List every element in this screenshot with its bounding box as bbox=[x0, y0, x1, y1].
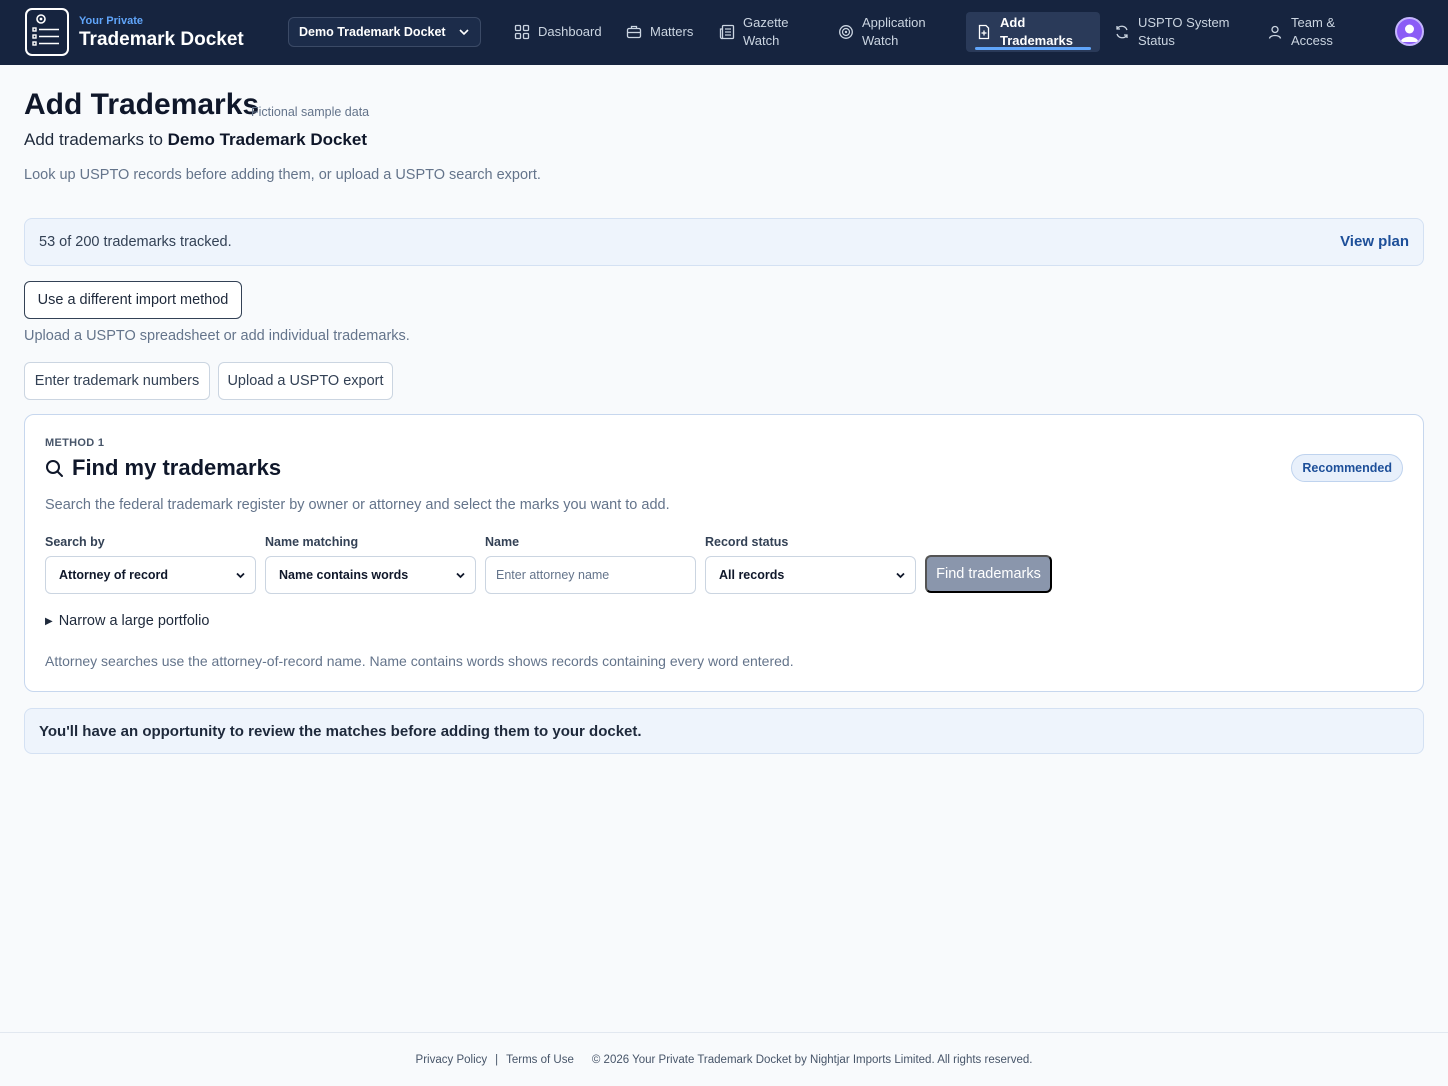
chevron-down-icon bbox=[896, 572, 905, 579]
nav-add-label: Add Trademarks bbox=[1000, 14, 1073, 50]
usage-banner: 53 of 200 trademarks tracked. View plan bbox=[24, 218, 1424, 266]
search-icon bbox=[46, 459, 63, 477]
name-input-placeholder: Enter attorney name bbox=[496, 568, 610, 582]
card-title-row: Find my trademarks bbox=[45, 455, 281, 481]
nav-dashboard-label: Dashboard bbox=[538, 24, 602, 39]
usage-text: 53 of 200 trademarks tracked. bbox=[39, 234, 232, 250]
chevron-down-icon bbox=[236, 572, 245, 579]
name-matching-select[interactable]: Name contains words bbox=[265, 556, 476, 594]
top-navigation-bar: Your Private Trademark Docket Demo Trade… bbox=[0, 0, 1448, 65]
enter-trademark-numbers-button[interactable]: Enter trademark numbers bbox=[24, 362, 210, 400]
nav-add-label-line2: Trademarks bbox=[1000, 33, 1073, 48]
nav-uspto-label-line2: Status bbox=[1138, 33, 1175, 48]
recommended-badge: Recommended bbox=[1291, 454, 1403, 482]
docket-selector-value: Demo Trademark Docket bbox=[299, 25, 446, 39]
docket-list-icon bbox=[25, 8, 69, 56]
nav-gazette-label: Gazette Watch bbox=[743, 14, 789, 50]
refresh-icon bbox=[1116, 25, 1128, 39]
nav-gazette-watch[interactable]: Gazette Watch bbox=[719, 12, 789, 52]
nav-application-label-line1: Application bbox=[862, 15, 926, 30]
nav-team-label: Team & Access bbox=[1291, 14, 1335, 50]
chevron-down-icon bbox=[456, 572, 465, 579]
nav-gazette-label-line2: Watch bbox=[743, 33, 780, 48]
radar-icon bbox=[839, 25, 853, 39]
record-status-value: All records bbox=[719, 568, 785, 582]
page-intro: Look up USPTO records before adding them… bbox=[24, 167, 541, 183]
footer-separator: | bbox=[495, 1053, 499, 1066]
narrow-portfolio-label: Narrow a large portfolio bbox=[58, 613, 210, 629]
briefcase-icon bbox=[626, 25, 642, 39]
name-input[interactable]: Enter attorney name bbox=[485, 556, 696, 594]
nav-uspto-system-status[interactable]: USPTO System Status bbox=[1114, 12, 1230, 52]
sample-data-tag: Fictional sample data bbox=[251, 105, 370, 119]
record-status-label: Record status bbox=[705, 535, 789, 549]
docket-selector[interactable]: Demo Trademark Docket bbox=[288, 17, 481, 47]
brand[interactable]: Your Private Trademark Docket bbox=[25, 8, 244, 56]
caret-right-icon: ▶ bbox=[45, 615, 53, 627]
nav-add-label-line1: Add bbox=[1000, 15, 1026, 30]
name-matching-value: Name contains words bbox=[279, 568, 409, 582]
nav-add-trademarks[interactable]: Add Trademarks bbox=[966, 12, 1100, 52]
nav-matters[interactable]: Matters bbox=[626, 12, 693, 52]
search-help-text: Attorney searches use the attorney-of-re… bbox=[45, 653, 794, 669]
footer: Privacy Policy | Terms of Use © 2026 You… bbox=[0, 1032, 1448, 1086]
review-notice-text: You'll have an opportunity to review the… bbox=[39, 723, 642, 740]
import-hint: Upload a USPTO spreadsheet or add indivi… bbox=[24, 328, 410, 344]
search-by-select[interactable]: Attorney of record bbox=[45, 556, 256, 594]
method-tag: METHOD 1 bbox=[45, 437, 105, 449]
subtitle-prefix: Add trademarks to bbox=[24, 130, 163, 149]
nav-matters-label: Matters bbox=[650, 24, 694, 39]
search-by-value: Attorney of record bbox=[59, 568, 169, 582]
brand-name: Trademark Docket bbox=[79, 29, 244, 50]
card-title: Find my trademarks bbox=[72, 455, 282, 480]
nav-application-label: Application Watch bbox=[862, 14, 926, 50]
brand-tagline: Your Private bbox=[79, 15, 143, 27]
nav-team-label-line2: Access bbox=[1291, 33, 1333, 48]
grid-icon bbox=[514, 24, 530, 40]
find-trademarks-button[interactable]: Find trademarks bbox=[925, 555, 1052, 593]
nav-uspto-label: USPTO System Status bbox=[1138, 14, 1230, 50]
document-plus-icon bbox=[978, 24, 990, 40]
nav-gazette-label-line1: Gazette bbox=[743, 15, 789, 30]
different-import-method-button[interactable]: Use a different import method bbox=[24, 281, 242, 319]
terms-of-use-link[interactable]: Terms of Use bbox=[506, 1054, 574, 1066]
brand-text: Your Private Trademark Docket bbox=[79, 13, 244, 51]
avatar[interactable] bbox=[1395, 17, 1424, 46]
narrow-portfolio-toggle[interactable]: ▶ Narrow a large portfolio bbox=[45, 613, 209, 629]
nav-application-watch[interactable]: Application Watch bbox=[838, 12, 926, 52]
copyright-text: © 2026 Your Private Trademark Docket by … bbox=[591, 1053, 1033, 1066]
name-label: Name bbox=[485, 535, 520, 549]
newspaper-icon bbox=[719, 24, 735, 40]
user-icon bbox=[1268, 25, 1282, 39]
avatar-user-icon bbox=[1400, 24, 1419, 42]
record-status-select[interactable]: All records bbox=[705, 556, 916, 594]
active-tab-indicator bbox=[975, 47, 1091, 50]
chevron-down-icon bbox=[459, 29, 469, 36]
search-by-label: Search by bbox=[45, 535, 105, 549]
nav-team-access[interactable]: Team & Access bbox=[1267, 12, 1335, 52]
review-notice: You'll have an opportunity to review the… bbox=[24, 708, 1424, 754]
nav-team-label-line1: Team & bbox=[1291, 15, 1336, 30]
page-title: Add Trademarks bbox=[24, 88, 260, 121]
find-trademarks-card: METHOD 1 Find my trademarks Recommended … bbox=[24, 414, 1424, 692]
card-description: Search the federal trademark register by… bbox=[45, 497, 670, 513]
upload-uspto-export-button[interactable]: Upload a USPTO export bbox=[218, 362, 393, 400]
nav-dashboard[interactable]: Dashboard bbox=[514, 12, 602, 52]
privacy-policy-link[interactable]: Privacy Policy bbox=[416, 1054, 488, 1066]
view-plan-link[interactable]: View plan bbox=[1340, 233, 1409, 250]
name-matching-label: Name matching bbox=[265, 535, 359, 549]
page-subtitle: Add trademarks to Demo Trademark Docket bbox=[24, 130, 367, 150]
nav-uspto-label-line1: USPTO System bbox=[1138, 15, 1230, 30]
nav-application-label-line2: Watch bbox=[862, 33, 899, 48]
subtitle-docket-name: Demo Trademark Docket bbox=[167, 130, 368, 149]
